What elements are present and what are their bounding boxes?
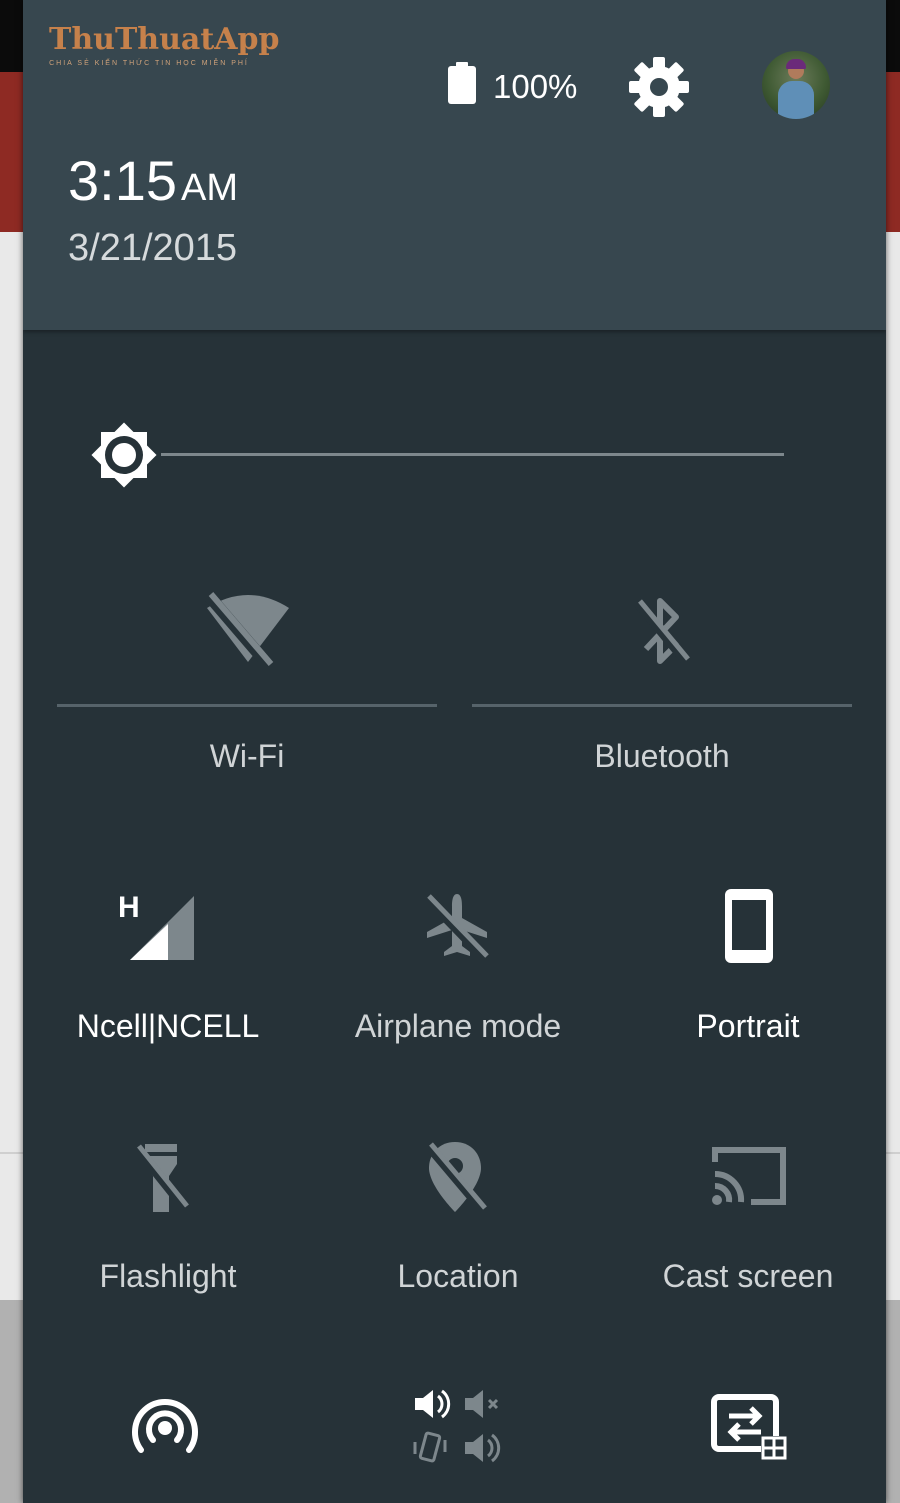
- watermark-logo-title: ThuThuatApp: [49, 22, 280, 57]
- tile-wifi[interactable]: Wi-Fi: [57, 580, 437, 790]
- tile-bluetooth[interactable]: Bluetooth: [472, 580, 852, 790]
- settings-gear-icon[interactable]: [626, 54, 692, 120]
- tile-wifi-divider: [57, 704, 437, 707]
- portrait-phone-icon: [724, 888, 774, 964]
- clock-time[interactable]: 3:15 AM: [68, 148, 238, 221]
- quick-settings-header: ThuThuatApp CHIA SẺ KIẾN THỨC TIN HỌC MI…: [23, 0, 886, 330]
- tile-flashlight[interactable]: Flashlight: [23, 1130, 313, 1310]
- user-avatar[interactable]: [762, 51, 830, 119]
- tile-cast-label: Cast screen: [662, 1258, 834, 1294]
- tile-airplane-label: Airplane mode: [354, 1008, 562, 1044]
- watermark-logo: ThuThuatApp CHIA SẺ KIẾN THỨC TIN HỌC MI…: [49, 22, 280, 70]
- wifi-off-icon: [205, 590, 291, 666]
- screen-switch-icon: [711, 1394, 789, 1462]
- cellular-signal-icon: H: [118, 892, 208, 964]
- tile-cellular-label: Ncell|NCELL: [76, 1008, 260, 1044]
- clock-date[interactable]: 3/21/2015: [68, 225, 237, 271]
- hotspot-icon: [129, 1394, 201, 1460]
- clock-hours-minutes: 3:15: [68, 149, 177, 212]
- tile-cast-screen[interactable]: Cast screen: [603, 1130, 886, 1310]
- battery-percentage: 100%: [493, 68, 578, 105]
- tile-cellular[interactable]: H Ncell|NCELL: [23, 880, 313, 1060]
- tile-airplane-mode[interactable]: Airplane mode: [313, 880, 603, 1060]
- sound-modes-icon: [413, 1386, 503, 1466]
- tile-flashlight-label: Flashlight: [99, 1258, 237, 1294]
- tile-screen-switch[interactable]: [603, 1380, 886, 1503]
- tile-hotspot[interactable]: [23, 1380, 313, 1503]
- brightness-icon[interactable]: [87, 418, 161, 492]
- airplane-off-icon: [421, 890, 493, 962]
- location-off-icon: [423, 1140, 487, 1214]
- tile-location[interactable]: Location: [313, 1130, 603, 1310]
- tile-portrait-label: Portrait: [696, 1008, 800, 1044]
- battery-icon: [447, 62, 477, 104]
- tile-portrait[interactable]: Portrait: [603, 880, 886, 1060]
- clock-ampm: AM: [181, 167, 238, 209]
- brightness-slider[interactable]: [161, 453, 784, 456]
- quick-settings-panel: ThuThuatApp CHIA SẺ KIẾN THỨC TIN HỌC MI…: [23, 0, 886, 1503]
- tile-location-label: Location: [397, 1258, 519, 1294]
- tile-bluetooth-divider: [472, 704, 852, 707]
- cast-icon: [711, 1144, 787, 1208]
- watermark-logo-subtitle: CHIA SẺ KIẾN THỨC TIN HỌC MIỄN PHÍ: [49, 60, 249, 67]
- tile-sound-modes[interactable]: [313, 1380, 603, 1503]
- flashlight-off-icon: [131, 1142, 191, 1214]
- tile-wifi-label: Wi-Fi: [209, 738, 285, 774]
- tile-bluetooth-label: Bluetooth: [594, 738, 730, 774]
- bluetooth-disabled-icon: [632, 595, 692, 667]
